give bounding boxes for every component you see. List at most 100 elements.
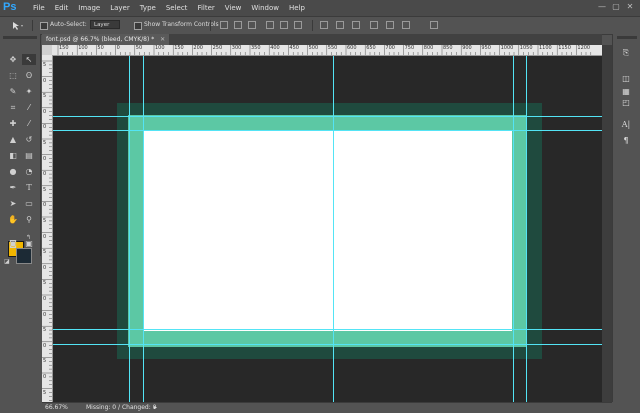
magic-wand-icon[interactable]: ✦ [22, 86, 36, 97]
auto-align-icon[interactable] [430, 21, 438, 29]
paths-icon[interactable]: ◰ [619, 98, 633, 109]
history-icon[interactable]: ⎘ [619, 48, 633, 59]
zoom-icon[interactable]: ⚲ [22, 214, 36, 225]
stamp-icon[interactable]: ▲ [6, 134, 20, 145]
ruler-label: 5 [43, 358, 47, 365]
gradient-icon[interactable]: ▤ [22, 150, 36, 161]
brush-icon[interactable]: ⁄ [22, 118, 36, 129]
show-transform-checkbox[interactable] [134, 22, 142, 30]
align-right-icon[interactable] [294, 21, 302, 29]
ruler-label: 550 [327, 45, 338, 51]
paragraph-icon[interactable]: ¶ [619, 136, 633, 147]
distribute-right-icon[interactable] [402, 21, 410, 29]
marquee-icon[interactable]: ⬚ [6, 70, 20, 81]
ruler-label: 1100 [539, 45, 552, 51]
auto-select-checkbox[interactable] [40, 22, 48, 30]
ruler-label: 5 [43, 249, 47, 256]
menu-file[interactable]: File [28, 0, 50, 16]
separator [210, 20, 211, 31]
tab-close-icon[interactable]: ✕ [160, 36, 165, 43]
menu-window[interactable]: Window [246, 0, 284, 16]
align-left-icon[interactable] [266, 21, 274, 29]
shape-icon[interactable]: ▭ [22, 198, 36, 209]
distribute-left-icon[interactable] [370, 21, 378, 29]
type-icon[interactable]: T [22, 182, 36, 193]
guide-vertical[interactable] [143, 56, 144, 402]
zoom-level[interactable]: 66.67% [45, 404, 68, 411]
menu-layer[interactable]: Layer [105, 0, 135, 16]
move-tool-preset-icon[interactable] [12, 21, 24, 31]
document-tab[interactable]: font.psd @ 66.7% (bleed, CMYK/8) * ✕ [42, 34, 170, 45]
maximize-icon[interactable]: ▢ [612, 3, 620, 11]
guide-vertical[interactable] [513, 56, 514, 402]
guide-vertical[interactable] [333, 56, 334, 402]
blur-icon[interactable]: ● [6, 166, 20, 177]
ruler-label: 150 [59, 45, 69, 51]
close-icon[interactable]: ✕ [626, 3, 634, 11]
channels-icon[interactable]: ▦ [619, 87, 633, 98]
distribute-top-icon[interactable] [320, 21, 328, 29]
character-icon[interactable]: A| [619, 120, 633, 131]
menu-select[interactable]: Select [161, 0, 193, 16]
show-transform-label: Show Transform Controls [144, 21, 219, 28]
crop-icon[interactable]: ⌗ [6, 102, 20, 113]
path-select-icon[interactable]: ➤ [6, 198, 20, 209]
menu-filter[interactable]: Filter [192, 0, 219, 16]
screen-mode-icon[interactable]: ▣ [22, 238, 36, 249]
ruler-label: 0 [43, 374, 47, 380]
guide-horizontal[interactable] [53, 344, 602, 345]
vertical-ruler-ticks [42, 60, 52, 401]
align-hcenter-icon[interactable] [280, 21, 288, 29]
ruler-label: 0 [43, 264, 47, 271]
align-top-icon[interactable] [220, 21, 228, 29]
distribute-vcenter-icon[interactable] [336, 21, 344, 29]
align-bottom-icon[interactable] [248, 21, 256, 29]
document-canvas[interactable] [53, 56, 602, 402]
menu-type[interactable]: Type [135, 0, 161, 16]
panel-grip[interactable] [617, 36, 637, 39]
quick-select-icon[interactable]: ✎ [6, 86, 20, 97]
guide-vertical[interactable] [129, 56, 130, 402]
ruler-label: 5 [43, 140, 47, 146]
auto-select-dropdown[interactable]: Layer [90, 20, 120, 29]
history-brush-icon[interactable]: ↺ [22, 134, 36, 145]
ruler-label: 950 [481, 45, 491, 51]
guide-vertical[interactable] [526, 56, 527, 402]
ruler-label: 0 [43, 108, 47, 115]
menu-view[interactable]: View [220, 0, 247, 16]
background-color-swatch[interactable] [16, 248, 32, 264]
guide-horizontal[interactable] [53, 116, 602, 117]
menu-image[interactable]: Image [73, 0, 105, 16]
guide-horizontal[interactable] [53, 329, 602, 330]
pen-icon[interactable]: ✒ [6, 182, 20, 193]
hand-icon[interactable]: ✋ [6, 214, 20, 225]
ruler-label: 850 [443, 45, 453, 51]
vertical-scrollbar[interactable] [602, 45, 612, 402]
ruler-label: 50 [97, 45, 104, 51]
align-vcenter-icon[interactable] [234, 21, 242, 29]
vertical-ruler[interactable]: 5 0 5 0 0 5 0 0 5 0 5 0 5 0 5 0 0 5 0 5 0 5 [42, 55, 53, 402]
default-colors-icon[interactable]: ◪ [4, 258, 10, 265]
layers-icon[interactable]: ◫ [619, 74, 633, 85]
status-menu-icon[interactable]: ▸ [154, 404, 157, 411]
ruler-label: 100 [155, 45, 165, 51]
move-icon[interactable]: ✥ [6, 54, 20, 65]
healing-icon[interactable]: ✚ [6, 118, 20, 129]
distribute-hcenter-icon[interactable] [386, 21, 394, 29]
eraser-icon[interactable]: ◧ [6, 150, 20, 161]
ruler-label: 650 [366, 45, 376, 51]
lasso-icon[interactable]: ʘ [22, 70, 36, 81]
artboard-icon[interactable]: ↖ [22, 54, 36, 65]
panel-grip[interactable] [3, 36, 37, 39]
menu-help[interactable]: Help [284, 0, 310, 16]
guide-horizontal[interactable] [53, 130, 602, 131]
minimize-icon[interactable]: — [598, 3, 606, 11]
horizontal-ruler[interactable]: 150 100 50 0 50 100 150 200 250 300 350 400 450 500 55… [52, 45, 602, 56]
ruler-origin[interactable] [42, 45, 52, 55]
quick-mask-icon[interactable]: ◙ [6, 238, 20, 249]
menu-edit[interactable]: Edit [50, 0, 74, 16]
dodge-icon[interactable]: ◔ [22, 166, 36, 177]
eyedropper-icon[interactable]: ⁄ [22, 102, 36, 113]
distribute-bottom-icon[interactable] [352, 21, 360, 29]
auto-select-label: Auto-Select: [50, 21, 87, 28]
